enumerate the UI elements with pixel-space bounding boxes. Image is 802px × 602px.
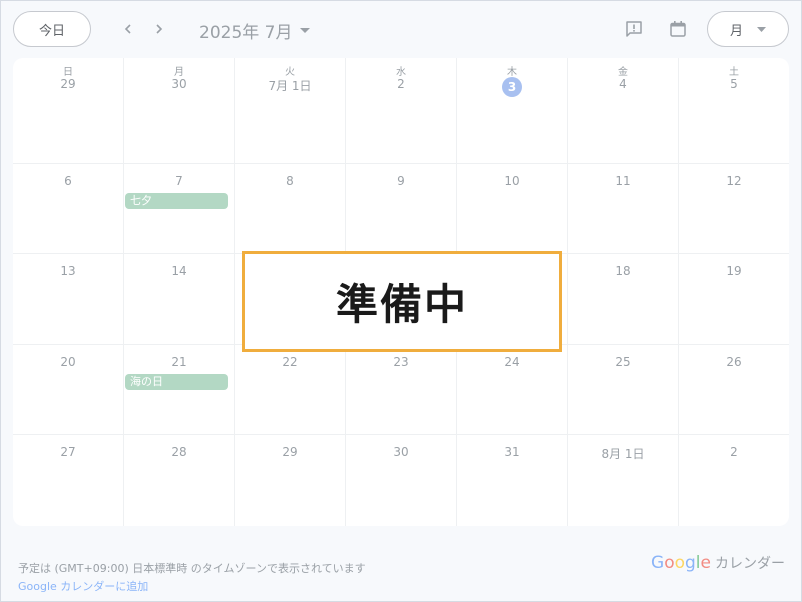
view-selector[interactable]: 月 [707, 11, 789, 47]
day-number[interactable]: 31 [457, 445, 567, 459]
day-number[interactable]: 19 [679, 264, 789, 278]
chevron-right-icon [156, 24, 163, 34]
day-cell[interactable]: 22 [235, 345, 346, 435]
day-cell[interactable]: 6 [13, 164, 124, 254]
day-cell[interactable]: 28 [124, 435, 235, 526]
day-cell[interactable]: 21 海の日 [124, 345, 235, 435]
day-number[interactable]: 5 [679, 77, 789, 91]
day-number[interactable]: 30 [346, 445, 456, 459]
feedback-button[interactable] [623, 18, 645, 40]
view-label: 月 [729, 23, 743, 39]
toolbar: 今日 2025年 7月 月 [1, 1, 801, 57]
day-number[interactable]: 11 [568, 174, 678, 188]
day-cell[interactable]: 日 29 [13, 58, 124, 164]
day-cell[interactable]: 2 [679, 435, 789, 526]
day-number[interactable]: 13 [13, 264, 123, 278]
day-cell[interactable]: 19 [679, 254, 789, 345]
month-title: 2025年 7月 [199, 23, 293, 43]
day-number[interactable]: 24 [457, 355, 567, 369]
day-number[interactable]: 20 [13, 355, 123, 369]
day-number[interactable]: 10 [457, 174, 567, 188]
weekday-header: 水 [396, 67, 406, 78]
day-cell[interactable]: 10 [457, 164, 568, 254]
day-cell[interactable]: 12 [679, 164, 789, 254]
day-number[interactable]: 14 [124, 264, 234, 278]
day-cell[interactable]: 8 [235, 164, 346, 254]
day-number[interactable]: 7月 1日 [235, 77, 345, 94]
day-cell[interactable]: 25 [568, 345, 679, 435]
google-calendar-brand[interactable]: Google カレンダー [651, 553, 785, 573]
calendar-icon [670, 21, 686, 37]
day-cell[interactable]: 水2 [346, 58, 457, 164]
chevron-left-icon [124, 24, 131, 34]
day-number[interactable]: 27 [13, 445, 123, 459]
day-number[interactable]: 26 [679, 355, 789, 369]
day-number[interactable]: 2 [346, 77, 456, 91]
day-cell[interactable]: 26 [679, 345, 789, 435]
weekday-header: 火 [285, 67, 295, 78]
brand-word: カレンダー [715, 556, 785, 572]
day-number[interactable]: 9 [346, 174, 456, 188]
timezone-note: 予定は (GMT+09:00) 日本標準時 のタイムゾーンで表示されています [18, 562, 366, 575]
day-number[interactable]: 22 [235, 355, 345, 369]
day-cell[interactable]: 土5 [679, 58, 789, 164]
day-number[interactable]: 30 [124, 77, 234, 91]
caret-down-icon [300, 27, 311, 33]
day-cell[interactable]: 30 [346, 435, 457, 526]
day-number[interactable]: 25 [568, 355, 678, 369]
preparing-overlay: 準備中 [242, 251, 562, 352]
day-cell[interactable]: 29 [235, 435, 346, 526]
feedback-icon [626, 21, 642, 37]
day-number[interactable]: 29 [235, 445, 345, 459]
day-number[interactable]: 3 [457, 77, 567, 97]
day-cell[interactable]: 9 [346, 164, 457, 254]
day-number[interactable]: 28 [124, 445, 234, 459]
weekday-header: 土 [729, 67, 739, 78]
day-cell[interactable]: 金4 [568, 58, 679, 164]
event-chip[interactable]: 海の日 [125, 374, 228, 390]
day-number[interactable]: 8月 1日 [568, 445, 678, 462]
day-number[interactable]: 4 [568, 77, 678, 91]
day-cell[interactable]: 23 [346, 345, 457, 435]
day-cell[interactable]: 11 [568, 164, 679, 254]
today-marker: 3 [502, 77, 522, 97]
google-logo: Google [651, 553, 711, 573]
day-cell[interactable]: 木3 [457, 58, 568, 164]
month-picker[interactable]: 2025年 7月 [199, 18, 311, 43]
day-cell[interactable]: 8月 1日 [568, 435, 679, 526]
caret-down-icon [757, 26, 766, 32]
weekday-header: 木 [507, 67, 517, 78]
day-number[interactable]: 6 [13, 174, 123, 188]
day-number[interactable]: 7 [124, 174, 234, 188]
day-number[interactable]: 23 [346, 355, 456, 369]
today-button[interactable]: 今日 [13, 11, 91, 47]
add-to-google-calendar-link[interactable]: Google カレンダーに追加 [18, 578, 148, 594]
next-month-button[interactable] [148, 18, 170, 40]
day-number[interactable]: 21 [124, 355, 234, 369]
day-cell[interactable]: 20 [13, 345, 124, 435]
weekday-header: 金 [618, 67, 628, 78]
day-number[interactable]: 8 [235, 174, 345, 188]
day-cell[interactable]: 31 [457, 435, 568, 526]
day-cell[interactable]: 火 7月 1日 [235, 58, 346, 164]
day-number[interactable]: 29 [13, 77, 123, 91]
day-cell[interactable]: 18 [568, 254, 679, 345]
day-cell[interactable]: 24 [457, 345, 568, 435]
day-cell[interactable]: 14 [124, 254, 235, 345]
agenda-view-button[interactable] [667, 18, 689, 40]
weekday-header: 月 [174, 67, 184, 78]
day-number[interactable]: 2 [679, 445, 789, 459]
day-number[interactable]: 18 [568, 264, 678, 278]
event-chip[interactable]: 七夕 [125, 193, 228, 209]
day-cell[interactable]: 13 [13, 254, 124, 345]
day-cell[interactable]: 27 [13, 435, 124, 526]
weekday-header: 日 [63, 67, 73, 78]
day-cell[interactable]: 月 30 [124, 58, 235, 164]
day-number[interactable]: 12 [679, 174, 789, 188]
day-cell[interactable]: 7 七夕 [124, 164, 235, 254]
prev-month-button[interactable] [117, 18, 139, 40]
